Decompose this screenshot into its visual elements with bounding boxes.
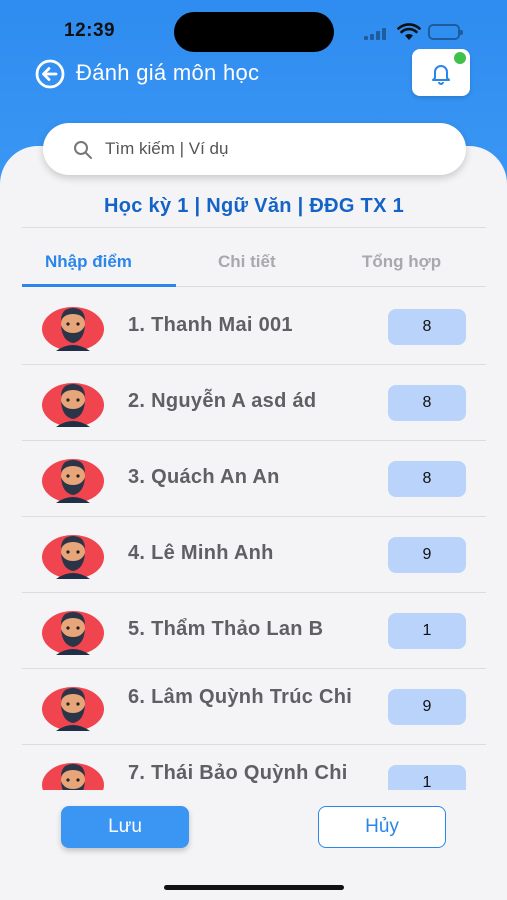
score-input[interactable] <box>388 461 466 497</box>
score-input[interactable] <box>388 309 466 345</box>
student-name: 5. Thẩm Thảo Lan B <box>128 618 324 640</box>
bell-icon <box>432 65 450 85</box>
avatar-icon <box>42 307 104 351</box>
dynamic-island <box>174 12 334 52</box>
avatar-icon <box>42 459 104 503</box>
status-time: 12:39 <box>64 20 116 41</box>
save-button[interactable]: Lưu <box>61 806 189 848</box>
score-input[interactable] <box>388 537 466 573</box>
subject-info: Học kỳ 1 | Ngữ Văn | ĐĐG TX 1 <box>104 195 404 217</box>
avatar-icon <box>42 763 104 790</box>
wifi-icon <box>397 23 421 40</box>
tab-nhap-diem[interactable]: Nhập điểm <box>45 252 132 272</box>
tab-active-indicator <box>22 284 176 287</box>
student-list[interactable]: 1. Thanh Mai 001 2. Nguyễn A asd ád 3. Q… <box>0 289 507 790</box>
student-name: 2. Nguyễn A asd ád <box>128 390 317 412</box>
score-input[interactable] <box>388 385 466 421</box>
avatar-icon <box>42 687 104 731</box>
student-name: 1. Thanh Mai 001 <box>128 314 293 336</box>
score-input[interactable] <box>388 765 466 790</box>
home-indicator <box>164 885 344 890</box>
battery-icon <box>428 24 463 40</box>
cancel-button[interactable]: Hủy <box>318 806 446 848</box>
score-input[interactable] <box>388 689 466 725</box>
list-item: 5. Thẩm Thảo Lan B <box>22 593 486 669</box>
divider <box>22 227 486 228</box>
avatar-icon <box>42 535 104 579</box>
student-name: 6. Lâm Quỳnh Trúc Chi <box>128 686 353 708</box>
signal-icon <box>364 28 388 40</box>
score-input[interactable] <box>388 613 466 649</box>
page-title: Đánh giá môn học <box>76 60 260 85</box>
student-name: 4. Lê Minh Anh <box>128 542 274 564</box>
list-item: 7. Thái Bảo Quỳnh Chi <box>22 745 486 790</box>
student-name: 7. Thái Bảo Quỳnh Chi <box>128 762 348 784</box>
search-bar[interactable] <box>43 123 466 175</box>
search-icon <box>74 141 92 159</box>
list-item: 3. Quách An An <box>22 441 486 517</box>
tab-tong-hop[interactable]: Tổng hợp <box>362 252 441 272</box>
list-item: 6. Lâm Quỳnh Trúc Chi <box>22 669 486 745</box>
back-arrow-icon[interactable] <box>34 58 66 90</box>
list-item: 1. Thanh Mai 001 <box>22 289 486 365</box>
avatar-icon <box>42 611 104 655</box>
avatar-icon <box>42 383 104 427</box>
notification-button[interactable] <box>412 49 470 96</box>
notification-dot <box>454 52 466 64</box>
list-item: 2. Nguyễn A asd ád <box>22 365 486 441</box>
tab-chi-tiet[interactable]: Chi tiết <box>218 252 276 272</box>
student-name: 3. Quách An An <box>128 466 280 488</box>
search-input[interactable] <box>105 135 445 163</box>
list-item: 4. Lê Minh Anh <box>22 517 486 593</box>
